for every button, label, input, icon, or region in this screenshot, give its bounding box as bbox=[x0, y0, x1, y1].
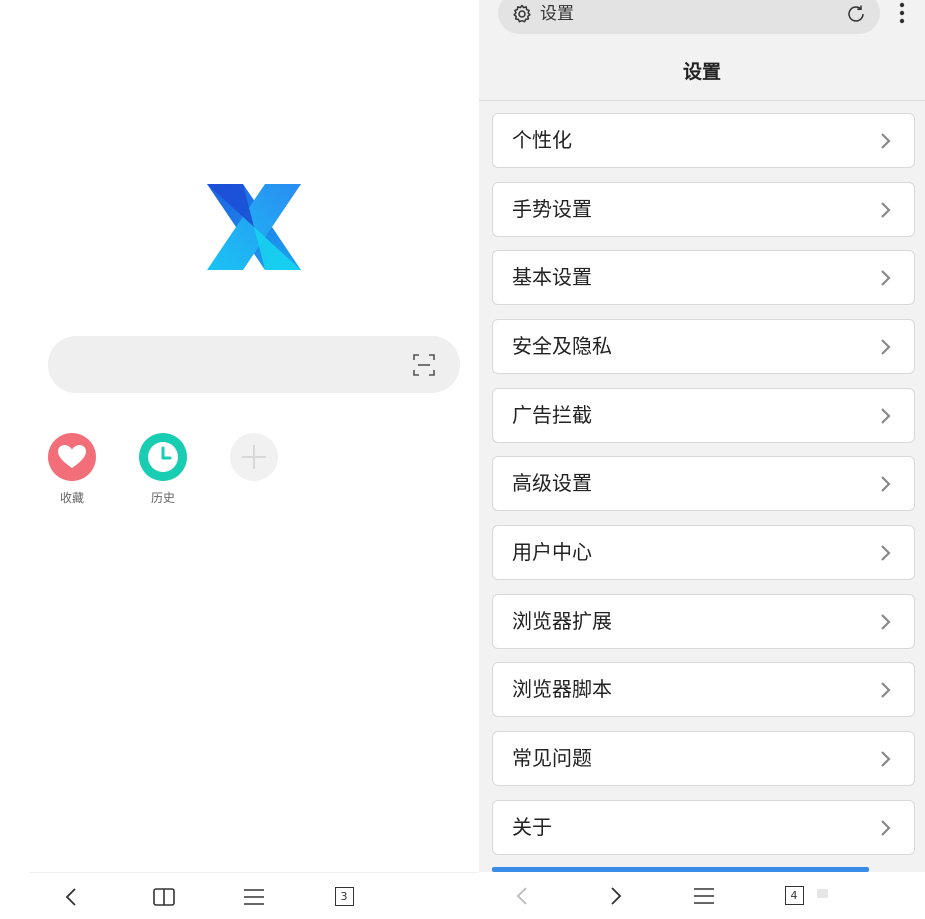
page-header: 设置 bbox=[479, 45, 925, 101]
shortcut-history[interactable]: 历史 bbox=[133, 433, 193, 506]
chevron-right-icon bbox=[611, 886, 622, 905]
back-button[interactable] bbox=[48, 873, 96, 919]
shortcut-label: 历史 bbox=[150, 491, 175, 505]
tabs-button[interactable]: 4 bbox=[770, 872, 818, 919]
chevron-left-icon bbox=[516, 886, 527, 905]
forward-button[interactable] bbox=[591, 872, 639, 919]
shortcut-label: 收藏 bbox=[59, 491, 84, 505]
chevron-right-icon bbox=[881, 614, 891, 630]
page-title: 设置 bbox=[682, 61, 721, 83]
shortcut-favorites[interactable]: 收藏 bbox=[42, 433, 102, 506]
xbrowser-logo-icon bbox=[207, 184, 301, 270]
setting-gestures[interactable]: 手势设置 bbox=[492, 182, 915, 237]
home-pane: 收藏 历史 3 bbox=[0, 0, 479, 919]
corner-blank bbox=[400, 875, 446, 919]
chevron-right-icon bbox=[881, 682, 891, 698]
setting-label: 用户中心 bbox=[512, 540, 592, 564]
shortcut-add[interactable] bbox=[224, 433, 284, 481]
setting-user-center[interactable]: 用户中心 bbox=[492, 525, 915, 580]
book-icon bbox=[153, 887, 175, 906]
chevron-right-icon bbox=[881, 202, 891, 218]
favorites-circle bbox=[48, 433, 96, 481]
setting-basic[interactable]: 基本设置 bbox=[492, 250, 915, 305]
setting-extensions[interactable]: 浏览器扩展 bbox=[492, 594, 915, 649]
setting-label: 关于 bbox=[512, 815, 552, 839]
settings-pane: 设置 设置 个性化 手势设置 基本设置 安全及隐私 广告拦截 高级设置 用户中心… bbox=[479, 0, 925, 919]
address-bar[interactable]: 设置 bbox=[498, 0, 880, 34]
setting-label: 安全及隐私 bbox=[512, 334, 612, 358]
add-circle bbox=[230, 433, 278, 481]
heart-icon bbox=[58, 445, 86, 468]
setting-security-privacy[interactable]: 安全及隐私 bbox=[492, 319, 915, 374]
setting-label: 浏览器脚本 bbox=[512, 677, 612, 701]
tab-count: 4 bbox=[784, 886, 804, 905]
hamburger-icon bbox=[694, 887, 714, 904]
setting-label: 基本设置 bbox=[512, 265, 592, 289]
chevron-right-icon bbox=[881, 820, 891, 836]
tabs-button[interactable]: 3 bbox=[320, 873, 368, 919]
refresh-icon[interactable] bbox=[846, 4, 866, 24]
more-vertical-icon[interactable] bbox=[897, 2, 907, 26]
setting-label: 浏览器扩展 bbox=[512, 609, 612, 633]
gear-icon bbox=[513, 4, 531, 23]
setting-label: 个性化 bbox=[512, 128, 572, 152]
setting-faq[interactable]: 常见问题 bbox=[492, 731, 915, 786]
address-text: 设置 bbox=[540, 4, 574, 24]
chevron-right-icon bbox=[881, 408, 891, 424]
setting-scripts[interactable]: 浏览器脚本 bbox=[492, 662, 915, 717]
setting-personalization[interactable]: 个性化 bbox=[492, 113, 915, 168]
chevron-right-icon bbox=[881, 545, 891, 561]
setting-label: 广告拦截 bbox=[512, 403, 592, 427]
setting-label: 高级设置 bbox=[512, 471, 592, 495]
chevron-right-icon bbox=[881, 751, 891, 767]
hamburger-icon bbox=[244, 888, 264, 905]
clock-icon bbox=[148, 442, 178, 472]
history-circle bbox=[139, 433, 187, 481]
setting-advanced[interactable]: 高级设置 bbox=[492, 456, 915, 511]
scan-icon[interactable] bbox=[412, 353, 436, 377]
bottom-toolbar: 4 bbox=[479, 872, 925, 919]
thumbnail-icon bbox=[817, 889, 828, 898]
chevron-right-icon bbox=[881, 476, 891, 492]
menu-button[interactable] bbox=[680, 872, 728, 919]
setting-label: 常见问题 bbox=[512, 746, 592, 770]
search-bar[interactable] bbox=[48, 336, 460, 393]
setting-ad-block[interactable]: 广告拦截 bbox=[492, 388, 915, 443]
tab-count: 3 bbox=[334, 887, 354, 906]
back-button[interactable] bbox=[499, 872, 547, 919]
setting-about[interactable]: 关于 bbox=[492, 800, 915, 855]
plus-icon bbox=[242, 445, 266, 469]
setting-label: 手势设置 bbox=[512, 197, 592, 221]
chevron-right-icon bbox=[881, 133, 891, 149]
bookmarks-button[interactable] bbox=[140, 873, 188, 919]
menu-button[interactable] bbox=[230, 873, 278, 919]
chevron-right-icon bbox=[881, 339, 891, 355]
chevron-right-icon bbox=[881, 270, 891, 286]
chevron-left-icon bbox=[65, 887, 76, 906]
